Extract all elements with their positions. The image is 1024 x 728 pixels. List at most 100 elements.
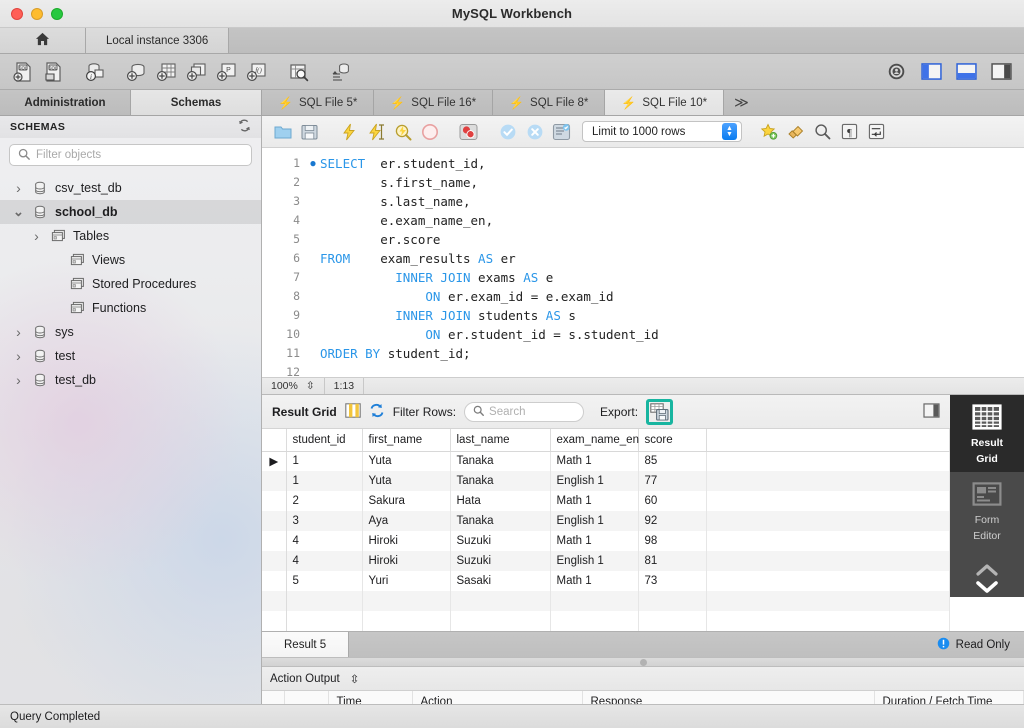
explain-icon[interactable] — [390, 120, 415, 144]
create-function-icon[interactable]: f() — [242, 58, 272, 86]
sync-model-icon[interactable] — [326, 58, 356, 86]
rail-item-result-grid[interactable]: Result Grid — [950, 395, 1024, 472]
open-file-icon[interactable] — [270, 120, 295, 144]
breakpoint-slot[interactable] — [306, 306, 320, 325]
sql-code-text[interactable]: SELECT er.student_id, s.first_name, s.la… — [320, 148, 1024, 377]
toggle-sidebar-icon[interactable] — [916, 58, 946, 86]
execute-current-statement-icon[interactable] — [363, 120, 388, 144]
table-row[interactable]: 5YuriSasakiMath 173 — [262, 571, 950, 591]
export-recordset-icon[interactable] — [650, 403, 669, 421]
cell-last_name[interactable]: Tanaka — [450, 511, 550, 531]
result-tab-5[interactable]: Result 5 — [262, 632, 349, 657]
sql-code-editor[interactable]: 123456789101112 ● SELECT er.student_id, … — [262, 148, 1024, 377]
cell-student_id[interactable]: 2 — [286, 491, 362, 511]
find-icon[interactable] — [810, 120, 835, 144]
breakpoint-slot[interactable] — [306, 173, 320, 192]
column-header-student_id[interactable]: student_id — [286, 429, 362, 451]
tree-item-test-db[interactable]: ›test_db — [0, 368, 261, 392]
table-row[interactable]: 1YutaTanakaEnglish 177 — [262, 471, 950, 491]
stop-icon[interactable] — [417, 120, 442, 144]
filter-objects-input[interactable] — [36, 149, 243, 161]
refresh-icon[interactable] — [238, 119, 251, 135]
cell-score[interactable]: 73 — [638, 571, 706, 591]
rail-item-form-editor[interactable]: Form Editor — [950, 472, 1024, 549]
breakpoint-slot[interactable] — [306, 249, 320, 268]
row-limit-select[interactable]: Limit to 1000 rows ▲▼ — [582, 121, 742, 142]
cell-last_name[interactable]: Suzuki — [450, 531, 550, 551]
cell-score[interactable]: 77 — [638, 471, 706, 491]
cell-last_name[interactable]: Tanaka — [450, 471, 550, 491]
inspect-table-icon[interactable] — [284, 58, 314, 86]
breakpoint-gutter[interactable]: ● — [306, 148, 320, 377]
column-header-last_name[interactable]: last_name — [450, 429, 550, 451]
breakpoint-slot[interactable] — [306, 325, 320, 344]
table-row[interactable]: 4HirokiSuzukiMath 198 — [262, 531, 950, 551]
chevron-updown-icon[interactable]: ⇳ — [350, 672, 360, 686]
cell-score[interactable]: 92 — [638, 511, 706, 531]
rollback-icon[interactable] — [522, 120, 547, 144]
open-sql-file-icon[interactable]: SQL — [38, 58, 68, 86]
cell-last_name[interactable]: Suzuki — [450, 551, 550, 571]
beautify-icon[interactable] — [756, 120, 781, 144]
commit-icon[interactable] — [495, 120, 520, 144]
breakpoint-slot[interactable] — [306, 230, 320, 249]
table-row[interactable]: ▶1YutaTanakaMath 185 — [262, 451, 950, 471]
chevron-right-icon[interactable]: › — [12, 372, 25, 388]
create-view-icon[interactable] — [182, 58, 212, 86]
tree-item-csv-test-db[interactable]: ›csv_test_db — [0, 176, 261, 200]
cell-first_name[interactable] — [362, 611, 450, 631]
column-header-score[interactable]: score — [638, 429, 706, 451]
breakpoint-slot[interactable] — [306, 287, 320, 306]
cell-student_id[interactable]: 1 — [286, 471, 362, 491]
table-row[interactable] — [262, 591, 950, 611]
sql-tab-file-16[interactable]: ⚡ SQL File 16* — [374, 90, 493, 115]
breakpoint-slot[interactable] — [306, 344, 320, 363]
sql-tab-file-5[interactable]: ⚡ SQL File 5* — [262, 90, 374, 115]
tree-item-school-db[interactable]: ⌄school_db — [0, 200, 261, 224]
auto-commit-icon[interactable] — [549, 120, 574, 144]
cell-score[interactable]: 85 — [638, 451, 706, 471]
cell-score[interactable] — [638, 591, 706, 611]
show-invisible-icon[interactable]: ¶ — [837, 120, 862, 144]
cell-exam_name_en[interactable]: Math 1 — [550, 571, 638, 591]
cell-student_id[interactable] — [286, 611, 362, 631]
cell-student_id[interactable] — [286, 591, 362, 611]
sql-tab-file-8[interactable]: ⚡ SQL File 8* — [493, 90, 605, 115]
tree-item-test[interactable]: ›test — [0, 344, 261, 368]
tree-item-views[interactable]: Views — [0, 248, 261, 272]
cell-student_id[interactable]: 3 — [286, 511, 362, 531]
tree-item-sys[interactable]: ›sys — [0, 320, 261, 344]
chevron-right-icon[interactable]: › — [12, 324, 25, 340]
create-procedure-icon[interactable]: P — [212, 58, 242, 86]
breakpoint-marker[interactable]: ● — [306, 154, 320, 173]
tree-item-functions[interactable]: Functions — [0, 296, 261, 320]
column-header-exam_name_en[interactable]: exam_name_en — [550, 429, 638, 451]
cell-score[interactable]: 60 — [638, 491, 706, 511]
cell-student_id[interactable]: 1 — [286, 451, 362, 471]
chevron-updown-icon[interactable]: ▲▼ — [722, 123, 737, 140]
column-header-first_name[interactable]: first_name — [362, 429, 450, 451]
cell-exam_name_en[interactable]: Math 1 — [550, 491, 638, 511]
wrap-lines-icon[interactable] — [864, 120, 889, 144]
breakpoint-slot[interactable] — [306, 211, 320, 230]
filter-rows-search-box[interactable] — [464, 402, 584, 422]
cell-first_name[interactable]: Yuri — [362, 571, 450, 591]
cell-score[interactable] — [638, 611, 706, 631]
tree-item-stored-procedures[interactable]: Stored Procedures — [0, 272, 261, 296]
instance-tab-local-3306[interactable]: Local instance 3306 — [86, 28, 229, 53]
cell-exam_name_en[interactable] — [550, 611, 638, 631]
output-splitter[interactable] — [262, 657, 1024, 667]
home-tab[interactable] — [0, 28, 86, 53]
server-status-icon[interactable]: i — [80, 58, 110, 86]
cell-student_id[interactable]: 4 — [286, 551, 362, 571]
tab-administration[interactable]: Administration — [0, 90, 131, 115]
cell-first_name[interactable]: Sakura — [362, 491, 450, 511]
table-row[interactable]: 2SakuraHataMath 160 — [262, 491, 950, 511]
refresh-result-icon[interactable] — [369, 403, 385, 421]
chevron-right-icon[interactable]: › — [12, 180, 25, 196]
cell-last_name[interactable] — [450, 591, 550, 611]
cell-score[interactable]: 98 — [638, 531, 706, 551]
chevron-right-icon[interactable]: › — [30, 228, 43, 244]
cell-last_name[interactable] — [450, 611, 550, 631]
toggle-secondary-sidebar-icon[interactable] — [986, 58, 1016, 86]
